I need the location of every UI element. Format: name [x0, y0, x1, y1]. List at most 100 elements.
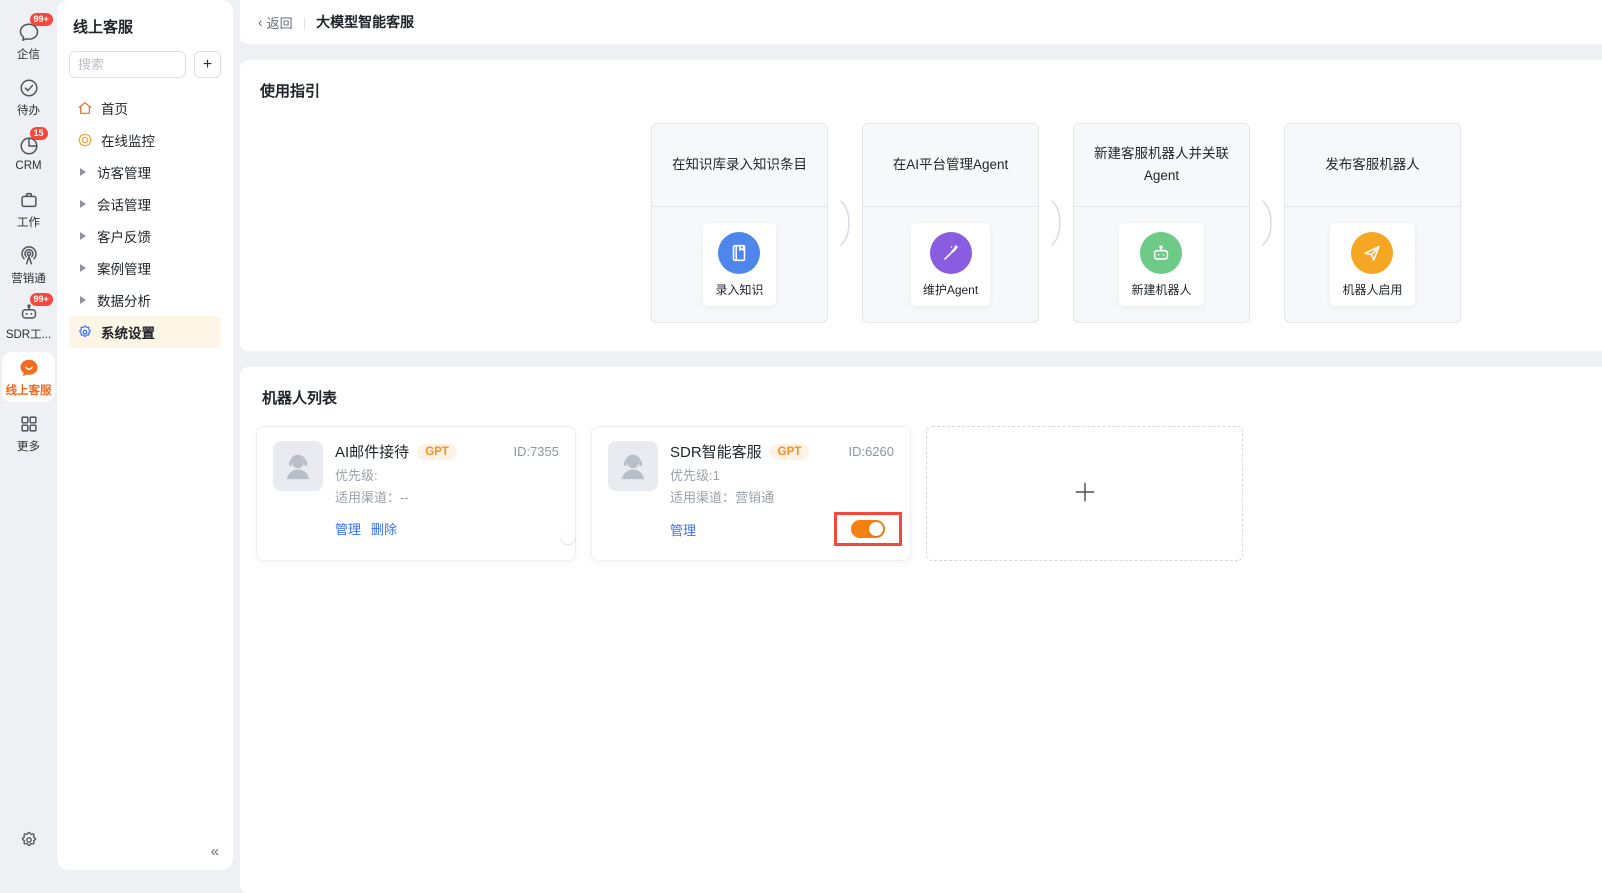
rail-item-crm[interactable]: 15 CRM [2, 128, 55, 178]
settings-gear-icon[interactable] [19, 830, 39, 853]
robot-list-heading: 机器人列表 [262, 387, 1586, 408]
sidebar-menu: 首页 在线监控 访客管理 会话管理 客户反馈 案例管理 数据分析 [69, 92, 221, 348]
guide-step-title: 新建客服机器人并关联Agent [1074, 124, 1249, 207]
guide-step-card: 在知识库录入知识条目 录入知识 [651, 123, 828, 323]
robot-icon: 99+ [17, 300, 41, 324]
robot-cards-row: AI邮件接待 GPT ID:7355 优先级: 适用渠道：-- 管理 删除 [256, 426, 1586, 561]
sidebar-item-label: 系统设置 [101, 322, 155, 342]
service-chat-icon [17, 356, 41, 380]
sidebar-item-settings[interactable]: 系统设置 [69, 316, 221, 348]
rail-item-label: 更多 [17, 438, 40, 454]
page-title: 大模型智能客服 [316, 12, 414, 32]
robot-enable-toggle[interactable] [851, 520, 885, 538]
chat-icon: 99+ [17, 20, 41, 44]
robot-channel: 适用渠道：营销通 [670, 487, 894, 506]
robot-id: ID:7355 [513, 444, 559, 459]
gpt-badge: GPT [417, 444, 457, 460]
page-header: ‹ 返回 | 大模型智能客服 [240, 0, 1602, 44]
toggle-knob [869, 522, 883, 536]
robot-avatar [608, 441, 658, 491]
enter-knowledge-button[interactable]: 录入知识 [703, 223, 775, 306]
guide-step-title: 发布客服机器人 [1285, 124, 1460, 207]
search-input[interactable] [69, 51, 186, 78]
grid-icon [17, 412, 41, 436]
usage-guide-heading: 使用指引 [260, 80, 1602, 101]
sidebar-item-feedback[interactable]: 客户反馈 [69, 220, 221, 252]
gpt-badge: GPT [770, 444, 810, 460]
wand-icon [930, 232, 972, 274]
sidebar-title: 线上客服 [69, 16, 221, 37]
sidebar-item-label: 首页 [101, 98, 128, 118]
maintain-agent-button[interactable]: 维护Agent [911, 223, 990, 306]
toggle-knob [561, 530, 575, 544]
back-chevron-icon: ‹ [258, 14, 263, 30]
enable-robot-button[interactable]: 机器人启用 [1330, 223, 1414, 306]
manage-link[interactable]: 管理 [670, 520, 696, 539]
annotation-highlight-box [834, 512, 902, 546]
rail-item-marketing[interactable]: 营销通 [2, 240, 55, 290]
robot-avatar [273, 441, 323, 491]
sidebar-item-home[interactable]: 首页 [69, 92, 221, 124]
sidebar: 线上客服 + 首页 在线监控 访客管理 会话管理 客户反馈 [57, 0, 233, 870]
robot-priority: 优先级: [335, 465, 559, 484]
main-area: ‹ 返回 | 大模型智能客服 使用指引 在知识库录入知识条目 录入知识 [240, 0, 1602, 893]
rail-item-label: 待办 [17, 102, 40, 118]
rail-item-more[interactable]: 更多 [2, 408, 55, 458]
guide-steps-row: 在知识库录入知识条目 录入知识 在AI平台管理Agent [260, 123, 1602, 323]
rail-item-label: 工作 [17, 214, 40, 230]
add-button[interactable]: + [194, 51, 221, 78]
expand-arrow-icon [80, 200, 86, 208]
guide-step-title: 在AI平台管理Agent [863, 124, 1038, 207]
sidebar-item-monitor[interactable]: 在线监控 [69, 124, 221, 156]
robot-card: AI邮件接待 GPT ID:7355 优先级: 适用渠道：-- 管理 删除 [256, 426, 576, 561]
pie-chart-icon: 15 [17, 134, 41, 158]
todo-check-icon [17, 76, 41, 100]
send-icon [1351, 232, 1393, 274]
monitor-icon [77, 132, 93, 148]
chevron-right-icon [1260, 195, 1274, 251]
sidebar-item-visitors[interactable]: 访客管理 [69, 156, 221, 188]
sidebar-item-label: 案例管理 [97, 258, 151, 278]
guide-step-card: 发布客服机器人 机器人启用 [1284, 123, 1461, 323]
robot-priority: 优先级:1 [670, 465, 894, 484]
chevron-right-icon [838, 195, 852, 251]
badge: 99+ [30, 13, 53, 26]
sidebar-item-analytics[interactable]: 数据分析 [69, 284, 221, 316]
rail-item-todo[interactable]: 待办 [2, 72, 55, 122]
rail-item-label: 营销通 [11, 270, 46, 286]
rail-item-work[interactable]: 工作 [2, 184, 55, 234]
sidebar-item-label: 访客管理 [97, 162, 151, 182]
sidebar-item-label: 客户反馈 [97, 226, 151, 246]
briefcase-icon [17, 188, 41, 212]
add-robot-button[interactable] [926, 426, 1243, 561]
rail-item-sdr[interactable]: 99+ SDR工... [2, 296, 55, 346]
back-button[interactable]: ‹ 返回 [258, 13, 293, 32]
guide-step-card: 新建客服机器人并关联Agent 新建机器人 [1073, 123, 1250, 323]
sidebar-item-sessions[interactable]: 会话管理 [69, 188, 221, 220]
sidebar-item-cases[interactable]: 案例管理 [69, 252, 221, 284]
expand-arrow-icon [80, 264, 86, 272]
create-robot-button[interactable]: 新建机器人 [1119, 223, 1203, 306]
sidebar-item-label: 会话管理 [97, 194, 151, 214]
guide-step-card: 在AI平台管理Agent 维护Agent [862, 123, 1039, 323]
manage-link[interactable]: 管理 [335, 519, 361, 538]
chevron-right-icon [1049, 195, 1063, 251]
rail-item-online-service[interactable]: 线上客服 [2, 352, 55, 402]
rail-item-label: 线上客服 [6, 382, 52, 398]
guide-action-label: 新建机器人 [1131, 281, 1191, 298]
guide-action-label: 录入知识 [715, 281, 763, 298]
rail-item-qixin[interactable]: 99+ 企信 [2, 16, 55, 66]
robot-list-panel: 机器人列表 AI邮件接待 GPT ID:7355 优先级: 适用渠道：-- [240, 367, 1602, 893]
robot-channel: 适用渠道：-- [335, 487, 559, 506]
robot-name: SDR智能客服 [670, 441, 762, 462]
expand-arrow-icon [80, 296, 86, 304]
plus-icon [1072, 479, 1098, 508]
book-icon [718, 232, 760, 274]
badge: 15 [30, 127, 48, 140]
rail-item-label: SDR工... [6, 326, 51, 342]
home-icon [77, 100, 93, 116]
expand-arrow-icon [80, 232, 86, 240]
rail-item-label: 企信 [17, 46, 40, 62]
delete-link[interactable]: 删除 [371, 519, 397, 538]
collapse-sidebar-icon[interactable]: « [211, 843, 219, 860]
